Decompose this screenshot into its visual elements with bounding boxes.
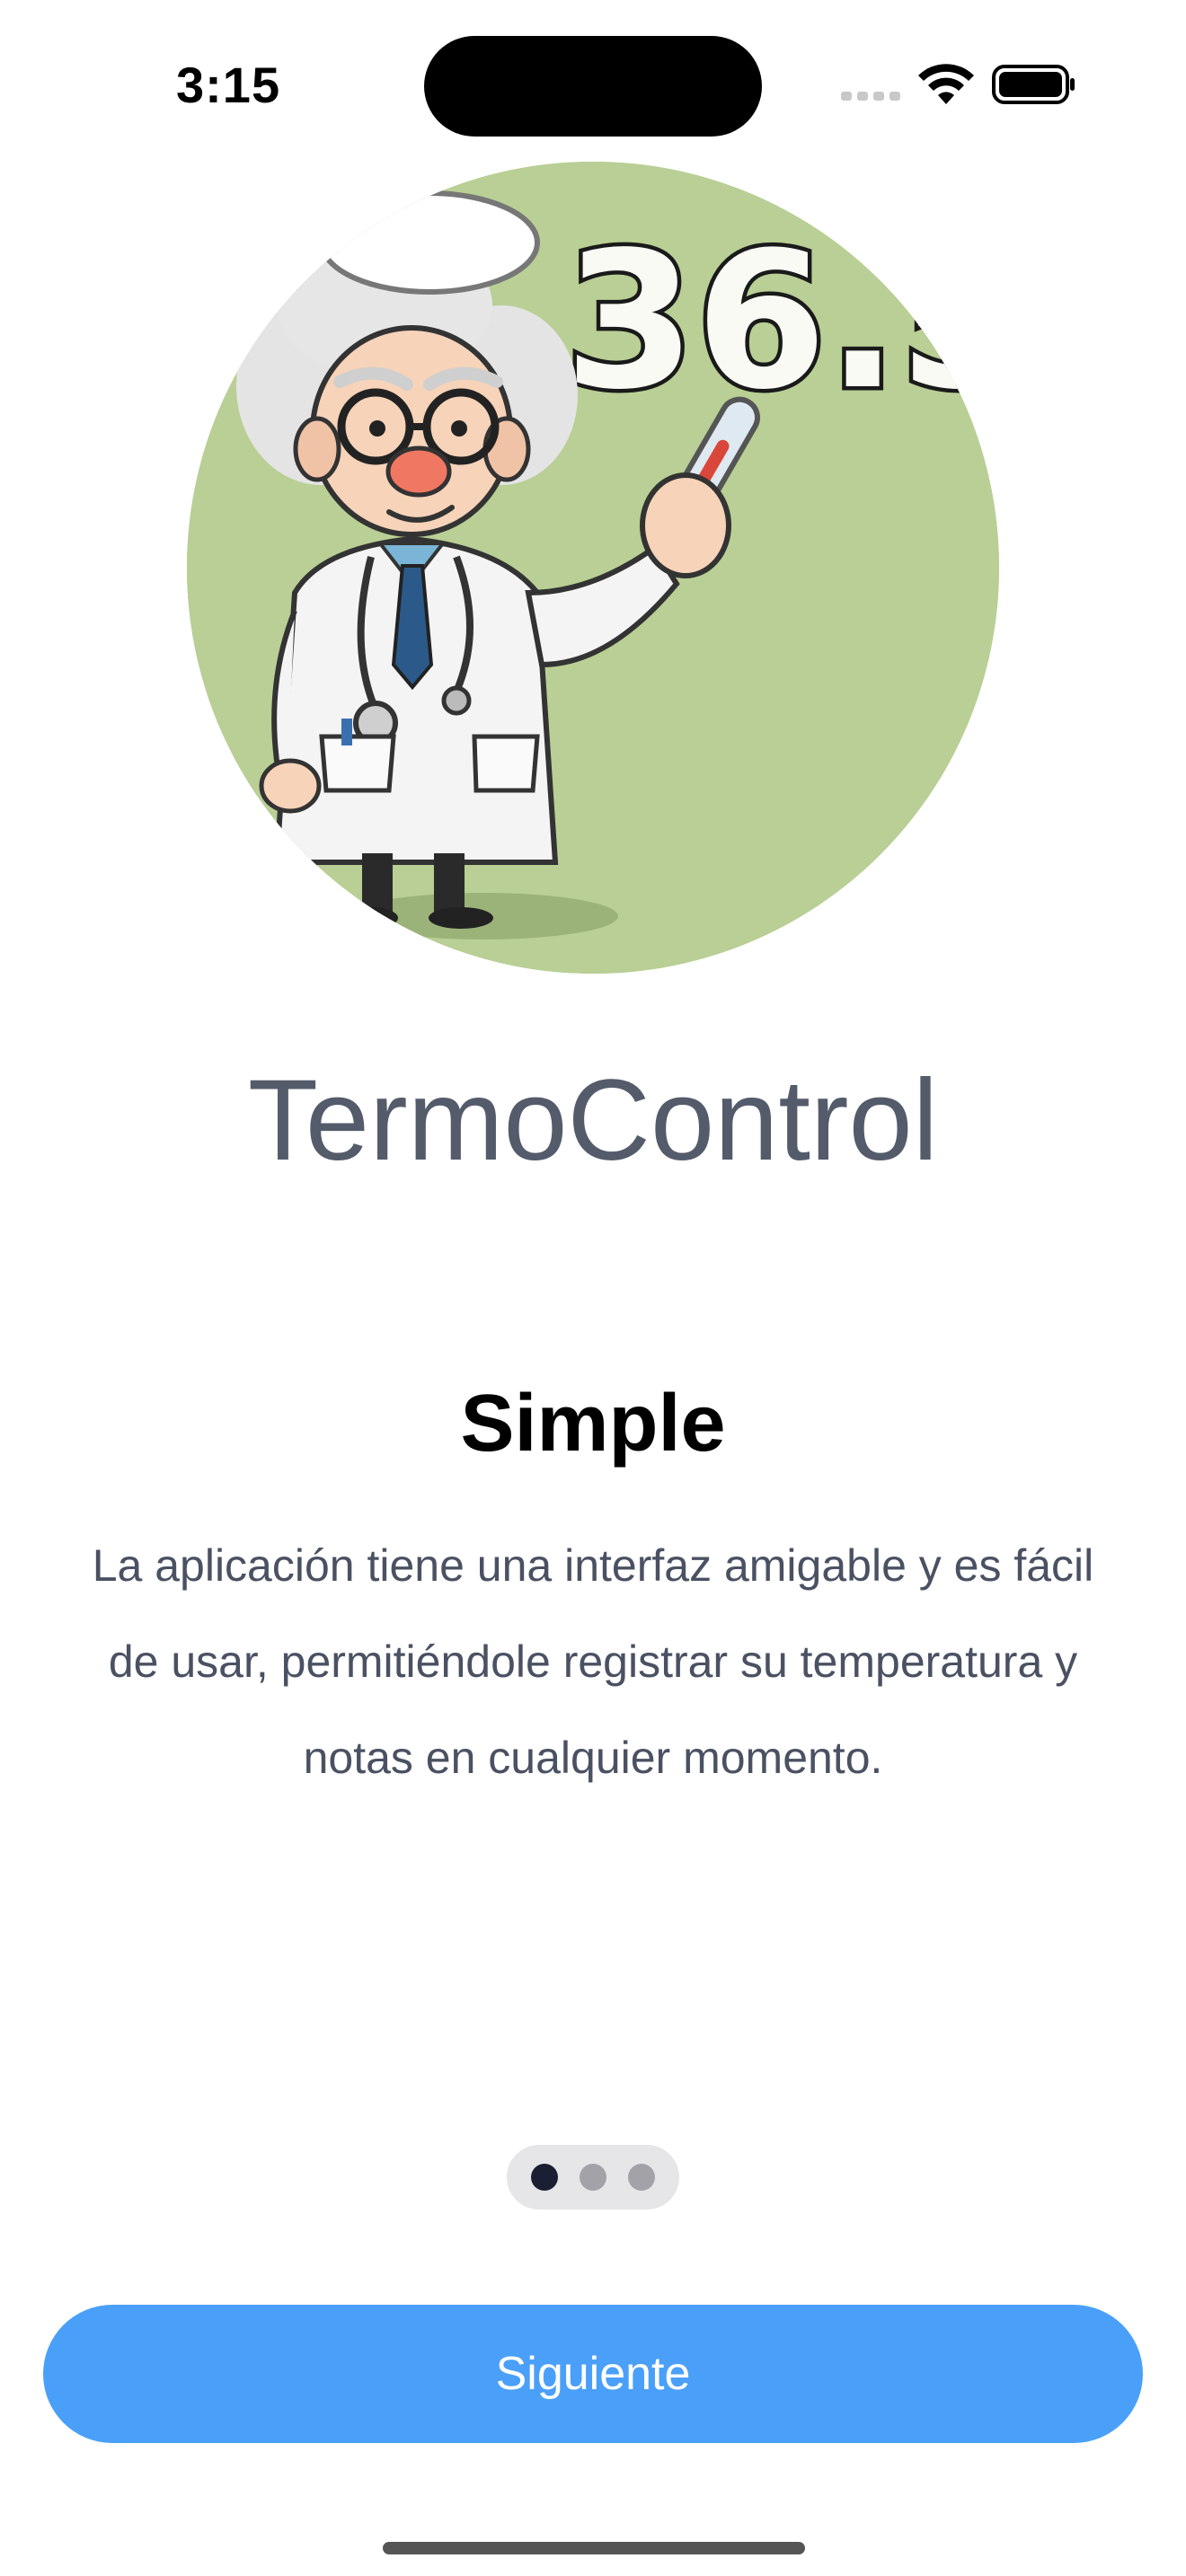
thermometer-reading-text: 36.5 (564, 211, 999, 431)
cellular-signal-icon (841, 92, 900, 101)
doctor-illustration: 36.5 (187, 162, 999, 974)
slide-heading: Simple (460, 1379, 726, 1469)
dynamic-island (424, 36, 762, 137)
battery-icon (992, 65, 1075, 104)
wifi-icon (918, 64, 974, 104)
status-bar-time: 3:15 (176, 57, 281, 113)
page-dot-3[interactable] (628, 2164, 655, 2191)
slide-description: La aplicación tiene una interfaz amigabl… (92, 1540, 1094, 1783)
next-button[interactable]: Siguiente (43, 2305, 1143, 2443)
home-indicator[interactable] (383, 2542, 805, 2554)
page-dot-1[interactable] (531, 2164, 558, 2191)
app-title: TermoControl (247, 1056, 939, 1185)
page-indicator[interactable] (507, 2145, 679, 2210)
page-dot-2[interactable] (580, 2164, 606, 2191)
